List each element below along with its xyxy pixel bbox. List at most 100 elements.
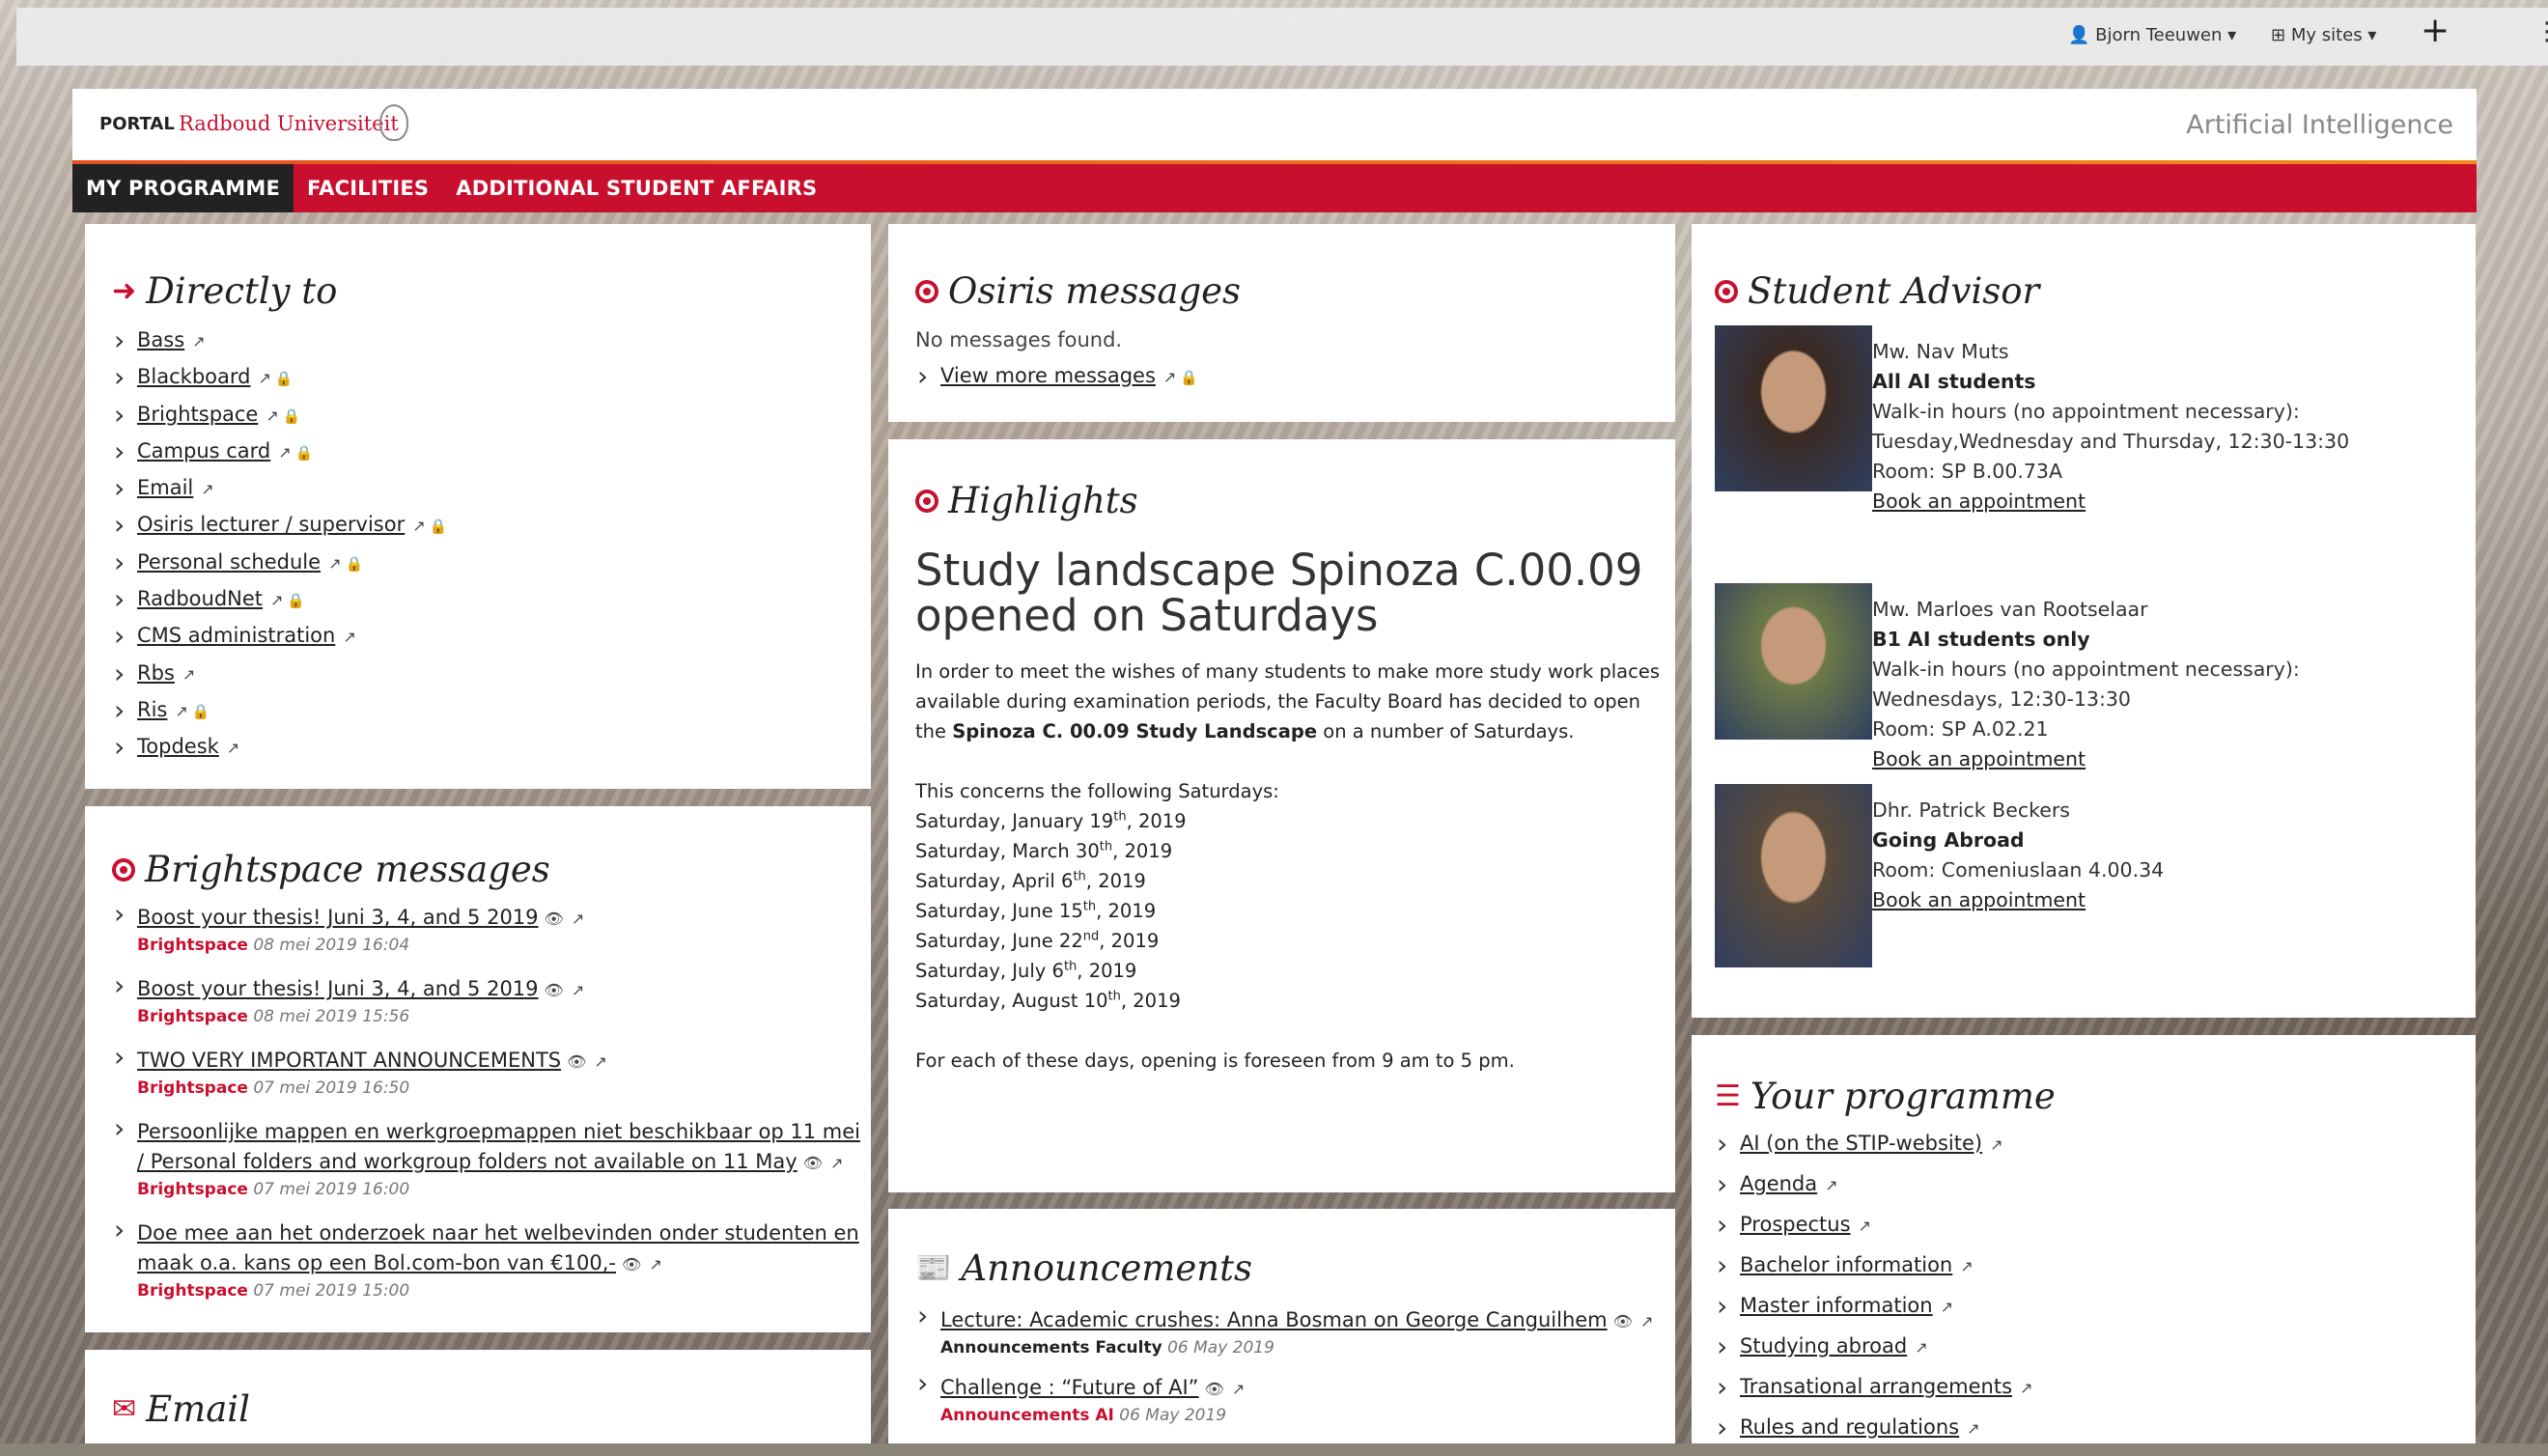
message-meta: Brightspace 07 mei 2019 15:00 — [137, 1279, 865, 1302]
message-link[interactable]: Boost your thesis! Juni 3, 4, and 5 2019 — [137, 977, 539, 1000]
date-line: Saturday, March 30th, 2019 — [915, 836, 1668, 866]
list-item: Prospectus ↗ — [1715, 1209, 2032, 1253]
external-link-icon[interactable]: ↗ — [649, 1255, 661, 1274]
programme-link[interactable]: Agenda — [1740, 1172, 1817, 1195]
message-link[interactable]: / Personal folders and workgroup folders… — [137, 1150, 798, 1173]
lock-icon: 🔒 — [294, 443, 314, 462]
external-link-icon[interactable]: ↗ — [1640, 1312, 1653, 1330]
message-link[interactable]: Boost your thesis! Juni 3, 4, and 5 2019 — [137, 906, 539, 929]
direct-link[interactable]: Brightspace — [137, 403, 258, 426]
programme-link[interactable]: Transational arrangements — [1740, 1375, 2012, 1398]
announcement-date: 06 May 2019 — [1167, 1338, 1274, 1358]
osiris-list: View more messages ↗🔒 — [915, 360, 1198, 392]
sitemap-icon: ⊞ — [2271, 25, 2286, 45]
advisor-room: Room: SP B.00.73A — [1872, 460, 2062, 483]
date-suffix: th — [1113, 809, 1127, 825]
eye-icon[interactable]: 👁 — [545, 981, 564, 999]
list-icon: ☰ — [1715, 1079, 1741, 1113]
announcement-link[interactable]: Lecture: Academic crushes: Anna Bosman o… — [940, 1308, 1608, 1331]
list-item: Personal schedule ↗🔒 — [112, 546, 447, 587]
direct-link[interactable]: Email — [137, 476, 193, 499]
external-link-icon: ↗ — [412, 517, 426, 536]
direct-link[interactable]: CMS administration — [137, 624, 335, 647]
eye-icon[interactable]: 👁 — [1205, 1380, 1224, 1398]
programme-link[interactable]: AI (on the STIP-website) — [1740, 1132, 1982, 1155]
advisor-group: Going Abroad — [1872, 828, 2025, 852]
eye-icon[interactable]: 👁 — [622, 1255, 641, 1274]
osiris-title: Osiris messages — [915, 270, 1241, 312]
direct-link[interactable]: Blackboard — [137, 365, 250, 388]
programme-link[interactable]: Rules and regulations — [1740, 1415, 1959, 1439]
external-link-icon: ↗ — [175, 701, 188, 720]
book-appointment-link[interactable]: Book an appointment — [1872, 487, 2451, 517]
date-text: Saturday, June 15 — [915, 900, 1083, 922]
external-link-icon[interactable]: ↗ — [1232, 1380, 1245, 1398]
message-meta: Brightspace 08 mei 2019 16:04 — [137, 934, 865, 957]
email-panel: ✉ Email — [85, 1350, 871, 1443]
nav-my-programme[interactable]: MY PROGRAMME — [72, 164, 294, 212]
list-item: Campus card ↗🔒 — [112, 435, 447, 476]
nav-facilities[interactable]: FACILITIES — [294, 164, 442, 212]
direct-link[interactable]: Bass — [137, 328, 184, 351]
list-item: Boost your thesis! Juni 3, 4, and 5 2019… — [112, 899, 865, 957]
external-link-icon[interactable]: ↗ — [572, 910, 584, 928]
direct-link[interactable]: Personal schedule — [137, 550, 321, 574]
more-menu-icon[interactable]: ⋮ — [2534, 17, 2548, 46]
date-text: Saturday, March 30 — [915, 840, 1100, 862]
your-programme-panel: ☰ Your programme AI (on the STIP-website… — [1692, 1035, 2476, 1443]
avatar — [1715, 325, 1872, 491]
list-item: CMS administration ↗ — [112, 620, 447, 660]
external-link-icon[interactable]: ↗ — [572, 981, 584, 999]
date-line: Saturday, August 10th, 2019 — [915, 986, 1668, 1016]
message-link[interactable]: Doe mee aan het onderzoek naar het welbe… — [137, 1221, 859, 1245]
list-item: Email ↗ — [112, 472, 447, 513]
nav-additional-student-affairs[interactable]: ADDITIONAL STUDENT AFFAIRS — [442, 164, 830, 212]
direct-link[interactable]: Osiris lecturer / supervisor — [137, 513, 405, 536]
portal-label[interactable]: PORTAL — [99, 114, 175, 134]
direct-link[interactable]: Campus card — [137, 439, 270, 462]
date-text: Saturday, August 10 — [915, 990, 1108, 1012]
direct-link[interactable]: RadboudNet — [137, 587, 263, 610]
external-link-icon[interactable]: ↗ — [594, 1052, 606, 1071]
direct-link[interactable]: Rbs — [137, 661, 175, 685]
programme-link[interactable]: Bachelor information — [1740, 1253, 1952, 1276]
university-name[interactable]: Radboud Universiteit — [179, 112, 399, 135]
date-suffix: th — [1082, 899, 1097, 914]
list-item: AI (on the STIP-website) ↗ — [1715, 1128, 2032, 1172]
walk-in-hours: Walk-in hours (no appointment necessary)… — [1872, 658, 2300, 681]
list-item: RadboudNet ↗🔒 — [112, 583, 447, 624]
external-link-icon[interactable]: ↗ — [830, 1154, 843, 1172]
message-link[interactable]: Persoonlijke mappen en werkgroepmappen n… — [137, 1120, 860, 1143]
announcement-link[interactable]: Challenge : “Future of AI” — [940, 1376, 1199, 1399]
main-nav: MY PROGRAMME FACILITIES ADDITIONAL STUDE… — [72, 164, 2477, 212]
programme-link[interactable]: Master information — [1740, 1294, 1933, 1317]
message-link[interactable]: maak o.a. kans op een Bol.com-bon van €1… — [137, 1251, 616, 1274]
direct-link[interactable]: Ris — [137, 698, 167, 721]
date-year: , 2019 — [1077, 960, 1137, 982]
list-item: View more messages ↗🔒 — [915, 360, 1198, 392]
list-item: Topdesk ↗ — [112, 731, 447, 771]
eye-icon[interactable]: 👁 — [1613, 1312, 1633, 1330]
avatar — [1715, 784, 1872, 967]
email-title: ✉ Email — [112, 1388, 250, 1430]
book-appointment-link[interactable]: Book an appointment — [1872, 744, 2451, 774]
lock-icon: 🔒 — [191, 702, 210, 720]
message-link[interactable]: TWO VERY IMPORTANT ANNOUNCEMENTS — [137, 1049, 561, 1072]
eye-icon[interactable]: 👁 — [567, 1052, 586, 1071]
view-more-messages-link[interactable]: View more messages — [940, 364, 1156, 387]
lock-icon: 🔒 — [282, 406, 301, 425]
message-meta: Brightspace 07 mei 2019 16:50 — [137, 1077, 865, 1100]
book-appointment-link[interactable]: Book an appointment — [1872, 885, 2451, 915]
highlight-headline[interactable]: Study landscape Spinoza C.00.09 opened o… — [915, 547, 1642, 638]
announcement-source: Announcements Faculty — [940, 1338, 1162, 1358]
eye-icon[interactable]: 👁 — [803, 1154, 823, 1172]
add-icon[interactable]: + — [2421, 14, 2450, 48]
lock-icon: 🔒 — [274, 370, 294, 388]
programme-link[interactable]: Prospectus — [1740, 1213, 1851, 1236]
programme-link[interactable]: Studying abroad — [1740, 1334, 1907, 1358]
my-sites-menu[interactable]: ⊞ My sites ▾ — [2271, 25, 2376, 45]
eye-icon[interactable]: 👁 — [545, 910, 564, 928]
user-menu[interactable]: 👤 Bjorn Teeuwen ▾ — [2068, 25, 2236, 45]
direct-link[interactable]: Topdesk — [137, 735, 219, 758]
highlights-panel: Highlights Study landscape Spinoza C.00.… — [888, 439, 1675, 1192]
